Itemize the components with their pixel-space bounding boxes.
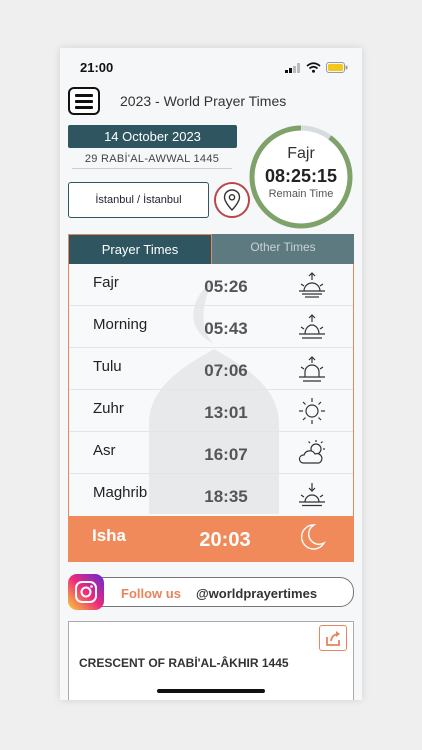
- share-icon: [326, 631, 340, 646]
- prayer-time: 20:03: [199, 529, 251, 551]
- crescent-moon-icon: [300, 524, 326, 550]
- prayer-times-list: Fajr 05:26 Morning 05:43 Tulu 07:06 Zuhr…: [68, 264, 354, 516]
- prayer-time: 05:43: [204, 319, 248, 338]
- sunrise-up-icon: [299, 314, 325, 339]
- map-pin-icon: [223, 189, 241, 211]
- countdown-prayer: Fajr: [287, 145, 315, 162]
- instagram-icon[interactable]: [68, 574, 104, 610]
- tab-other-times[interactable]: Other Times: [212, 234, 354, 264]
- wifi-icon: [306, 62, 321, 73]
- prayer-row-maghrib: Maghrib 18:35: [69, 474, 353, 516]
- hamburger-line: [75, 93, 93, 97]
- prayer-row-fajr: Fajr 05:26: [69, 264, 353, 306]
- news-title: CRESCENT OF RABİ'AL-ÂKHIR 1445: [79, 656, 289, 670]
- menu-button[interactable]: [68, 87, 100, 115]
- instagram-glyph: [75, 581, 97, 603]
- app-title: 2023 - World Prayer Times: [120, 93, 287, 109]
- prayer-name: Morning: [93, 316, 148, 333]
- prayer-row-zuhr: Zuhr 13:01: [69, 390, 353, 432]
- prayer-row-asr: Asr 16:07: [69, 432, 353, 474]
- social-handle: @worldprayertimes: [196, 586, 318, 601]
- hamburger-line: [75, 105, 93, 109]
- prayer-name: Maghrib: [93, 484, 148, 501]
- prayer-time: 18:35: [204, 487, 248, 506]
- countdown-time: 08:25:15: [264, 166, 338, 186]
- follow-us-bar[interactable]: Follow us @worldprayertimes: [96, 577, 354, 607]
- location-selector[interactable]: İstanbul / İstanbul: [68, 182, 209, 218]
- tab-prayer-times[interactable]: Prayer Times: [68, 234, 212, 264]
- signal-icon: [285, 62, 300, 73]
- sunrise-up-icon: [299, 356, 325, 382]
- prayer-time: 13:01: [204, 403, 248, 422]
- app-header: 2023 - World Prayer Times: [60, 86, 362, 120]
- follow-us-label: Follow us: [121, 586, 181, 601]
- home-indicator: [157, 689, 265, 693]
- sunset-down-icon: [299, 483, 325, 507]
- status-icons: [285, 62, 348, 73]
- prayer-row-tulu: Tulu 07:06: [69, 348, 353, 390]
- status-bar: 21:00: [60, 48, 362, 84]
- sunrise-up-icon: [299, 272, 325, 298]
- prayer-time: 16:07: [204, 445, 248, 464]
- prayer-time: 07:06: [204, 361, 248, 380]
- location-pin-button[interactable]: [214, 182, 250, 218]
- prayer-name: Zuhr: [93, 400, 124, 417]
- prayer-time: 05:26: [204, 277, 248, 296]
- countdown-label: Remain Time: [268, 188, 334, 200]
- prayer-row-isha-current: Isha 20:03: [68, 516, 354, 562]
- app-screen: 21:00 2023 - World Prayer Times 14 Octob…: [60, 48, 362, 700]
- status-time: 21:00: [80, 60, 114, 75]
- gregorian-date[interactable]: 14 October 2023: [68, 125, 237, 148]
- partly-cloudy-icon: [298, 440, 325, 464]
- share-button[interactable]: [319, 625, 347, 651]
- prayer-name: Isha: [92, 526, 127, 545]
- prayer-name: Asr: [93, 442, 116, 459]
- prayer-row-morning: Morning 05:43: [69, 306, 353, 348]
- battery-icon: [326, 62, 348, 73]
- hijri-date: 29 RABİ'AL-AWWAL 1445: [72, 153, 232, 169]
- prayer-name: Fajr: [93, 274, 119, 291]
- countdown-display: Fajr 08:25:15 Remain Time: [248, 124, 354, 230]
- prayer-name: Tulu: [93, 358, 122, 375]
- hamburger-line: [75, 99, 93, 103]
- sun-icon: [299, 398, 325, 424]
